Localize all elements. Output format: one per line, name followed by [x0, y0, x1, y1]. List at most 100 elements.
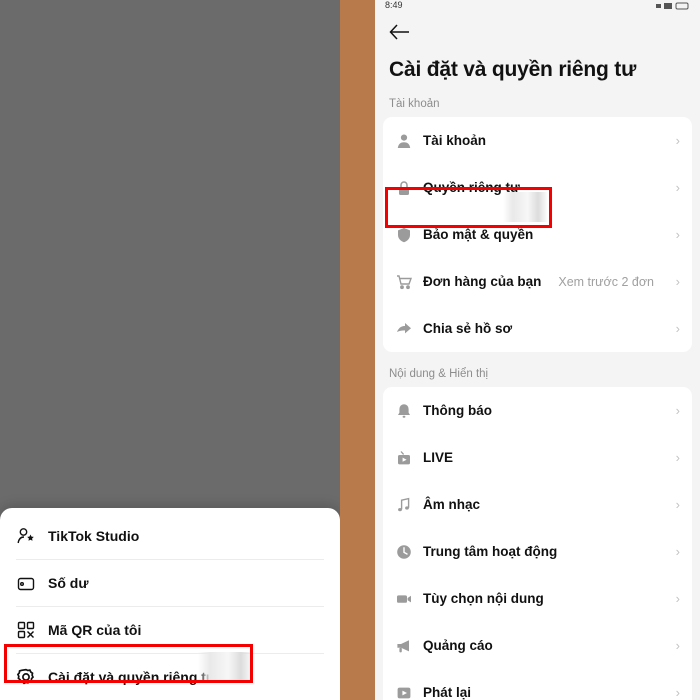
chevron-right-icon: › [675, 544, 680, 559]
chevron-right-icon: › [675, 133, 680, 148]
settings-row-account[interactable]: Tài khoản › [383, 117, 692, 164]
gear-icon [16, 667, 36, 687]
svg-text:Media: Media [309, 301, 340, 316]
edit-profile-button[interactable]: Sửa hồ sơ [43, 192, 134, 222]
close-icon[interactable]: ✕ [112, 262, 123, 278]
suggested-avatar: MediaMart [163, 275, 235, 347]
suggested-accounts-title: Tài khoản được đề xuất [10, 237, 143, 251]
settings-row-label: Trung tâm hoạt động [423, 544, 558, 559]
settings-row-label: Quyền riêng tư [423, 180, 520, 195]
info-icon[interactable]: ⓘ [147, 236, 158, 252]
bookmark-off-icon [229, 462, 248, 481]
suggested-name: Mediamart Quế Võ [148, 354, 250, 366]
settings-row-notifications[interactable]: Thông báo › [383, 387, 692, 434]
settings-row-content-preferences[interactable]: Tùy chọn nội dung › [383, 575, 692, 622]
settings-row-ads[interactable]: Quảng cáo › [383, 622, 692, 669]
suggested-sub: Có thể bạn biết Th... [21, 371, 117, 383]
settings-row-privacy[interactable]: Quyền riêng tư › [383, 164, 692, 211]
chevron-right-icon: › [675, 227, 680, 242]
grid-posts-icon [18, 464, 40, 480]
sheet-item-tiktok-studio[interactable]: TikTok Studio [0, 512, 340, 559]
suggested-accounts-header: Tài khoản được đề xuất ⓘ Ẩn [0, 222, 340, 258]
hamburger-menu-icon[interactable] [307, 9, 328, 25]
suggested-card[interactable]: ✕ Media Điện máy - Nội thất Mediamar Fol… [268, 258, 340, 442]
follow-button[interactable]: Foll [277, 391, 340, 418]
follow-button[interactable]: Follow [147, 404, 251, 431]
suggested-card[interactable]: ✕ MediaMart Mediamart Quế Võ Những người… [138, 258, 260, 442]
sheet-item-balance[interactable]: Số dư [0, 559, 340, 606]
repost-icon [162, 462, 179, 481]
tab-posts[interactable]: ▼ [0, 453, 68, 491]
stat-followers-count: 44 [161, 148, 179, 165]
settings-card-content: Thông báo › LIVE › Âm nhạc › Trung tâm h… [383, 387, 692, 700]
follow-button[interactable]: Follow lại [17, 393, 121, 420]
svg-text:Điện máy - Nội thất: Điện máy - Nội thất [308, 320, 340, 326]
suggested-card[interactable]: ✕ Mon 📸 Có thể bạn biết Th... Follow lại [8, 258, 130, 442]
sheet-item-label: Số dư [48, 574, 89, 591]
settings-row-orders[interactable]: Đơn hàng của bạn Xem trước 2 đơn ... › [383, 258, 692, 305]
settings-row-playback[interactable]: Phát lại › [383, 669, 692, 700]
profile-handle: @muggleln1 [130, 120, 210, 136]
close-icon[interactable]: ✕ [242, 262, 253, 278]
tab-saved[interactable] [204, 453, 272, 491]
settings-row-label: LIVE [423, 450, 454, 465]
person-star-icon [16, 526, 36, 546]
status-bar: 8:49 [375, 0, 700, 10]
section-label-account: Tài khoản [389, 98, 440, 110]
back-button[interactable] [375, 10, 700, 54]
settings-row-label: Chia sẻ hồ sơ [423, 321, 513, 336]
stat-likes[interactable]: 5 Thích [209, 148, 287, 180]
settings-row-label: Âm nhạc [423, 497, 481, 512]
profile-header: P Muggle LN ▾ [0, 0, 340, 34]
tab-reposts[interactable] [136, 453, 204, 491]
settings-row-label: Tùy chọn nội dung [423, 591, 544, 606]
stat-following-label: Đang Follow [60, 168, 124, 180]
chevron-right-icon: › [675, 180, 680, 195]
share-arrow-icon [395, 320, 412, 337]
hide-suggestions-button[interactable]: Ẩn [315, 237, 330, 251]
add-to-story-button[interactable]: + [188, 90, 212, 114]
settings-row-security[interactable]: Bảo mật & quyền › [383, 211, 692, 258]
cart-icon [395, 273, 412, 290]
settings-row-label: Quảng cáo [423, 638, 493, 653]
footprints-icon[interactable] [273, 7, 293, 27]
heart-off-icon [296, 462, 316, 481]
settings-row-label: Thông báo [423, 403, 492, 418]
stat-followers[interactable]: 44 Follower [131, 148, 209, 180]
tab-private[interactable] [68, 453, 136, 491]
sheet-item-settings-and-privacy[interactable]: Cài đặt và quyền riêng tư [0, 653, 340, 700]
add-friend-badge: 1 [283, 190, 298, 204]
lock-icon [395, 179, 412, 196]
chevron-right-icon: › [675, 274, 680, 289]
settings-row-music[interactable]: Âm nhạc › [383, 481, 692, 528]
sheet-item-label: Mã QR của tôi [48, 621, 142, 638]
settings-row-activity-center[interactable]: Trung tâm hoạt động › [383, 528, 692, 575]
video-camera-icon [395, 590, 412, 607]
section-label-content-display: Nội dung & Hiển thị [389, 368, 489, 380]
suggested-name: Mediamar [302, 354, 340, 366]
chevron-right-icon: › [675, 497, 680, 512]
status-bar-icons [656, 2, 690, 10]
stat-following[interactable]: 788 Đang Follow [53, 148, 131, 180]
stat-likes-label: Thích [233, 168, 263, 180]
sheet-item-label: TikTok Studio [48, 527, 140, 544]
sheet-item-label: Cài đặt và quyền riêng tư [48, 668, 217, 685]
megaphone-icon [395, 637, 412, 654]
stat-followers-label: Follower [148, 168, 192, 180]
more-options-sheet: TikTok Studio Số dư Mã QR của tôi Cài đặ… [0, 508, 340, 700]
add-friend-button[interactable]: 1 [260, 190, 298, 222]
sheet-item-my-qr-code[interactable]: Mã QR của tôi [0, 606, 340, 653]
settings-row-share-profile[interactable]: Chia sẻ hồ sơ › [383, 305, 692, 352]
avatar[interactable]: + [132, 38, 212, 114]
chevron-right-icon: › [675, 403, 680, 418]
suggested-accounts-list[interactable]: ✕ Mon 📸 Có thể bạn biết Th... Follow lại [0, 258, 340, 442]
suggested-name: Mon 📸 [48, 356, 90, 368]
stat-following-count: 788 [78, 148, 106, 165]
tab-liked[interactable] [272, 453, 340, 491]
share-profile-button[interactable]: Chia sẻ hồ sơ [141, 192, 253, 222]
back-arrow-icon [389, 23, 411, 41]
settings-row-value: Xem trước 2 đơn ... [558, 274, 656, 289]
chevron-right-icon: › [675, 591, 680, 606]
profile-tabbar: ▼ [0, 453, 340, 492]
settings-row-live[interactable]: LIVE › [383, 434, 692, 481]
